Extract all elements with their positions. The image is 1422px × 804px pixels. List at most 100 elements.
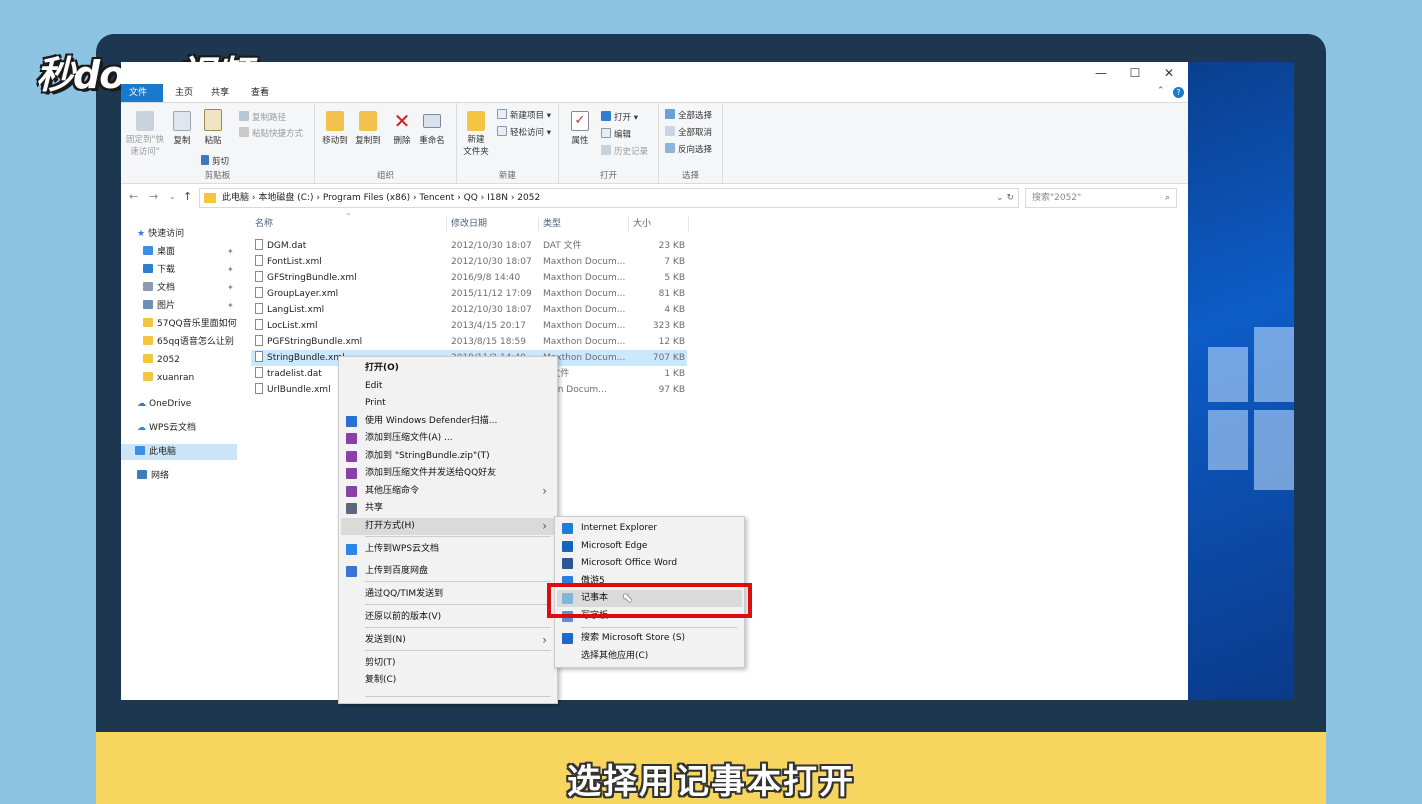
menu-item[interactable]: 其他压缩命令 › [341,483,555,500]
paste-shortcut-button[interactable]: 粘贴快捷方式 [239,127,303,139]
menu-item[interactable]: 共享 [341,500,555,517]
menu-item-icon [346,433,357,444]
submenu-item[interactable]: Microsoft Edge [557,538,742,555]
menu-item[interactable]: 添加到压缩文件并发送给QQ好友 [341,465,555,482]
title-bar: — ☐ ✕ [121,62,1188,84]
paste-button[interactable]: 粘贴 [201,109,225,146]
table-row[interactable]: PGFStringBundle.xml 2013/8/15 18:59 Maxtho… [251,334,687,350]
select-all-button[interactable]: 全部选择 [665,109,712,121]
table-row[interactable]: GFStringBundle.xml 2016/9/8 14:40 Maxthon … [251,270,687,286]
close-button[interactable]: ✕ [1152,64,1186,82]
menu-item[interactable]: 发送到(N) › [341,632,555,649]
nav-onedrive[interactable]: ☁ OneDrive [137,396,237,412]
menu-item-icon [346,566,357,577]
tab-home[interactable]: 主页 [167,84,201,102]
address-input[interactable]: 此电脑 › 本地磁盘 (C:) › Program Files (x86) › … [199,188,1019,208]
column-header-type[interactable]: 类型 [539,216,629,232]
nav-quick-access[interactable]: ★ 快速访问 [137,226,237,242]
menu-item[interactable]: 上传到WPS云文档 [341,541,555,558]
file-type: Maxthon Docum... [543,273,626,283]
nav-item-folder[interactable]: 65qq语音怎么让别 [143,334,239,350]
table-row[interactable]: FontList.xml 2012/10/30 18:07 Maxthon Docu… [251,254,687,270]
history-button[interactable]: 历史记录 [601,145,648,157]
rename-button[interactable]: 重命名 [417,111,447,146]
nav-network[interactable]: 网络 [137,468,237,484]
menu-item-icon [346,468,357,479]
menu-item[interactable]: 打开(O) [341,360,555,377]
file-size: 97 KB [658,385,685,395]
refresh-icon[interactable]: ⌄ ↻ [996,189,1014,207]
scissors-icon [201,155,209,165]
forward-arrow-icon[interactable]: → [149,190,158,203]
menu-item[interactable]: 还原以前的版本(V) [341,609,555,626]
file-type: Maxthon Docum... [543,321,626,331]
column-header-name[interactable]: 名称 [251,216,447,232]
invert-select-icon [665,143,675,153]
select-all-icon [665,109,675,119]
open-button[interactable]: 打开 ▾ [601,111,638,123]
nav-this-pc[interactable]: 此电脑 [121,444,237,460]
menu-item[interactable]: 复制(C) [341,672,555,689]
menu-item[interactable]: 添加到压缩文件(A) ... [341,430,555,447]
menu-item[interactable]: 添加到 "StringBundle.zip"(T) [341,448,555,465]
copy-to-button[interactable]: 复制到 [353,111,383,146]
menu-item[interactable]: Print [341,395,555,412]
move-to-button[interactable]: 移动到 [321,111,349,146]
table-row[interactable]: LocList.xml 2013/4/15 20:17 Maxthon Docum.… [251,318,687,334]
table-row[interactable]: DGM.dat 2012/10/30 18:07 DAT 文件 23 KB [251,238,687,254]
menu-separator [365,627,551,628]
maximize-button[interactable]: ☐ [1118,64,1152,82]
new-item-button[interactable]: 新建项目 ▾ [497,109,551,121]
menu-item[interactable]: 上传到百度网盘 [341,563,555,580]
submenu-item[interactable]: 选择其他应用(C) [557,648,742,665]
new-folder-button[interactable]: 新建 文件夹 [461,111,491,158]
properties-button[interactable]: ✓ 属性 [567,111,593,146]
table-row[interactable]: GroupLayer.xml 2015/11/12 17:09 Maxthon Do… [251,286,687,302]
copy-path-button[interactable]: 复制路径 [239,111,286,123]
file-size: 23 KB [658,241,685,251]
file-name: DGM.dat [255,238,447,254]
invert-select-button[interactable]: 反向选择 [665,143,712,155]
app-icon [562,558,573,569]
cut-button[interactable]: 剪切 [201,155,229,167]
copy-button[interactable]: 复制 [171,111,193,146]
menu-item[interactable]: 打开方式(H) › [341,518,555,535]
document-icon [143,282,153,291]
edit-button[interactable]: 编辑 [601,128,631,140]
menu-item[interactable]: 使用 Windows Defender扫描... [341,413,555,430]
app-icon [562,523,573,534]
submenu-item[interactable]: 搜索 Microsoft Store (S) [557,630,742,647]
tab-view[interactable]: 查看 [243,84,277,102]
back-arrow-icon[interactable]: ← [129,190,138,203]
minimize-button[interactable]: — [1084,64,1118,82]
column-header-date[interactable]: 修改日期 [447,216,539,232]
file-date: 2012/10/30 18:07 [451,305,532,315]
pin-quick-access-button[interactable]: 固定到"快速访问" [123,111,167,158]
menu-item-icon [346,486,357,497]
select-none-button[interactable]: 全部取消 [665,126,712,138]
menu-item[interactable]: 通过QQ/TIM发送到 [341,586,555,603]
menu-separator [365,696,551,697]
column-header-size[interactable]: 大小 [629,216,689,232]
up-arrow-icon[interactable]: ↑ [183,190,192,203]
tab-file[interactable]: 文件 [121,84,163,102]
file-date: 2013/8/15 18:59 [451,337,526,347]
table-row[interactable]: LangList.xml 2012/10/30 18:07 Maxthon Docu… [251,302,687,318]
nav-item-folder[interactable]: xuanran [143,370,243,386]
easy-access-button[interactable]: 轻松访问 ▾ [497,126,551,138]
file-icon [255,287,263,298]
menu-item[interactable]: Edit [341,378,555,395]
recent-chevron-icon[interactable]: ⌄ [169,192,176,201]
collapse-ribbon-icon[interactable]: ⌃ [1157,86,1165,96]
submenu-item[interactable]: Internet Explorer [557,520,742,537]
delete-button[interactable]: ✕ 删除 [391,111,413,146]
submenu-item[interactable]: Microsoft Office Word [557,555,742,572]
menu-item[interactable]: 剪切(T) [341,655,555,672]
search-input[interactable]: 搜索"2052" ⌕ [1025,188,1177,208]
nav-item-folder[interactable]: 2052 [143,352,243,368]
nav-wps[interactable]: ☁ WPS云文档 [137,420,237,436]
file-date: 2015/11/12 17:09 [451,289,532,299]
nav-item-folder[interactable]: 57QQ音乐里面如何 [143,316,239,332]
tab-share[interactable]: 共享 [203,84,237,102]
help-icon[interactable]: ? [1173,87,1184,98]
